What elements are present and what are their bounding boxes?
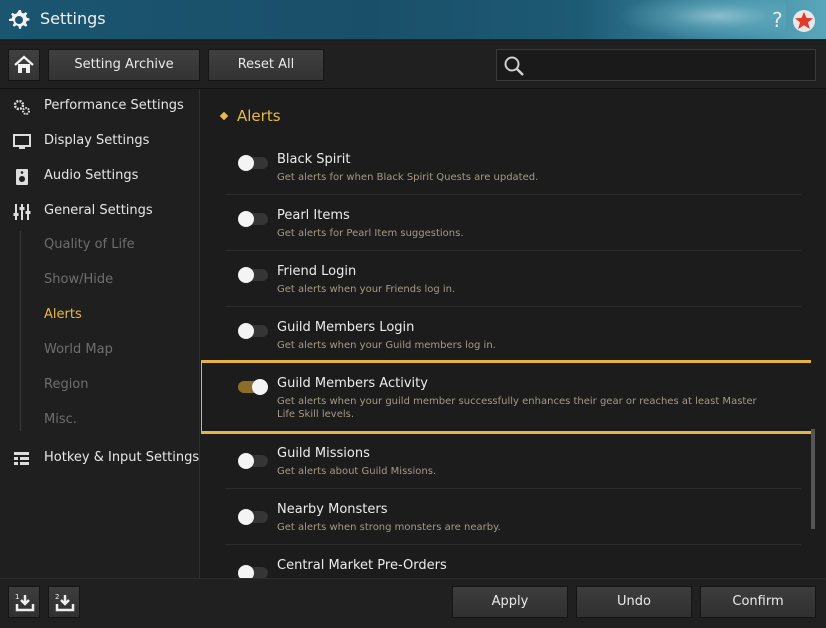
sliders-icon (13, 204, 31, 220)
toggle-knob (238, 267, 254, 283)
diamond-icon (219, 111, 229, 121)
toggle-knob (238, 155, 254, 171)
submenu-item-misc[interactable]: Misc. (44, 412, 77, 427)
alert-description: Get alerts when your Friends log in. (277, 284, 456, 295)
submenu-item-alerts[interactable]: Alerts (44, 307, 82, 322)
reset-all-button[interactable]: Reset All (208, 49, 324, 81)
footer-bar: 1 2 Apply Undo Confirm (0, 578, 826, 628)
alert-title: Guild Missions (277, 446, 370, 461)
gear-icon (9, 10, 30, 29)
alert-row-friend-login: Friend Login Get alerts when your Friend… (225, 251, 801, 307)
alert-description: Get alerts when your Guild members log i… (277, 340, 496, 351)
alert-description: Get alerts for when Black Spirit Quests … (277, 172, 539, 183)
slot-number: 1 (15, 593, 19, 601)
download-icon: 1 (15, 593, 35, 612)
alert-row-pearl-items: Pearl Items Get alerts for Pearl Item su… (225, 195, 801, 251)
slot-number: 2 (55, 593, 59, 601)
sidebar-item-label: General Settings (44, 203, 153, 218)
setting-archive-button[interactable]: Setting Archive (48, 49, 200, 81)
title-bar: Settings ? (0, 0, 826, 40)
toggle-switch[interactable] (238, 267, 268, 283)
confirm-button[interactable]: Confirm (700, 586, 816, 618)
scrollbar[interactable] (811, 89, 817, 578)
window-title: Settings (40, 9, 106, 28)
sidebar-item-label: Performance Settings (44, 98, 184, 113)
alert-row-central-market-pre-orders: Central Market Pre-Orders (225, 545, 801, 578)
alert-description: Get alerts when strong monsters are near… (277, 522, 501, 533)
alert-title: Black Spirit (277, 152, 351, 167)
search-icon (504, 56, 524, 76)
toggle-knob (238, 453, 254, 469)
toolbar: Setting Archive Reset All (0, 41, 826, 89)
monitor-icon (13, 134, 31, 149)
toggle-knob (238, 565, 254, 578)
toggle-knob (238, 323, 254, 339)
speaker-icon (16, 169, 28, 185)
home-icon (14, 55, 34, 73)
toggle-switch[interactable] (238, 453, 268, 469)
alert-row-guild-members-activity: Guild Members Activity Get alerts when y… (201, 360, 815, 434)
keyboard-icon (14, 452, 29, 465)
search-input[interactable] (496, 49, 816, 81)
help-button[interactable]: ? (772, 8, 783, 32)
alert-description: Get alerts about Guild Missions. (277, 466, 437, 477)
toggle-switch[interactable] (238, 155, 268, 171)
submenu-item-show-hide[interactable]: Show/Hide (44, 272, 113, 287)
alert-title: Pearl Items (277, 208, 350, 223)
alert-title: Guild Members Login (277, 320, 415, 335)
undo-button[interactable]: Undo (576, 586, 692, 618)
download-icon: 2 (55, 593, 75, 612)
toggle-knob (238, 509, 254, 525)
sidebar-item-hotkey[interactable]: Hotkey & Input Settings (0, 443, 200, 473)
alert-title: Friend Login (277, 264, 357, 279)
apply-button[interactable]: Apply (452, 586, 568, 618)
sidebar: Performance Settings Display Settings Au… (0, 89, 200, 578)
alerts-panel: Alerts Black Spirit Get alerts for when … (201, 89, 826, 578)
toggle-switch[interactable] (238, 565, 268, 578)
submenu-item-quality-of-life[interactable]: Quality of Life (44, 237, 135, 252)
submenu-guide-line (20, 231, 21, 431)
alert-title: Central Market Pre-Orders (277, 558, 447, 573)
alert-row-nearby-monsters: Nearby Monsters Get alerts when strong m… (225, 489, 801, 545)
sidebar-item-label: Audio Settings (44, 168, 139, 183)
alert-description: Get alerts when your guild member succes… (277, 396, 757, 420)
sidebar-item-display[interactable]: Display Settings (0, 126, 200, 156)
section-header: Alerts (219, 107, 281, 125)
submenu-item-world-map[interactable]: World Map (44, 342, 113, 357)
save-slot-2-button[interactable]: 2 (48, 586, 80, 618)
title-bar-decoration (616, 0, 786, 40)
submenu-item-region[interactable]: Region (44, 377, 89, 392)
alert-row-black-spirit: Black Spirit Get alerts for when Black S… (225, 139, 801, 195)
toggle-switch[interactable] (238, 509, 268, 525)
gears-icon (13, 99, 30, 115)
alert-title: Nearby Monsters (277, 502, 388, 517)
toggle-switch[interactable] (238, 323, 268, 339)
sidebar-item-audio[interactable]: Audio Settings (0, 161, 200, 191)
alert-description: Get alerts for Pearl Item suggestions. (277, 228, 464, 239)
home-button[interactable] (8, 49, 40, 81)
toggle-knob (252, 379, 268, 395)
save-slot-1-button[interactable]: 1 (8, 586, 40, 618)
toggle-switch[interactable] (238, 211, 268, 227)
section-title: Alerts (237, 107, 281, 125)
alert-row-guild-missions: Guild Missions Get alerts about Guild Mi… (225, 433, 801, 489)
sidebar-item-general[interactable]: General Settings (0, 196, 200, 226)
toggle-switch[interactable] (238, 379, 268, 395)
sidebar-item-performance[interactable]: Performance Settings (0, 91, 200, 121)
close-icon[interactable] (792, 9, 816, 33)
alert-row-guild-members-login: Guild Members Login Get alerts when your… (225, 307, 801, 363)
toggle-knob (238, 211, 254, 227)
alert-title: Guild Members Activity (277, 376, 428, 391)
sidebar-item-label: Display Settings (44, 133, 150, 148)
sidebar-item-label: Hotkey & Input Settings (44, 450, 200, 465)
scrollbar-thumb[interactable] (811, 429, 815, 529)
